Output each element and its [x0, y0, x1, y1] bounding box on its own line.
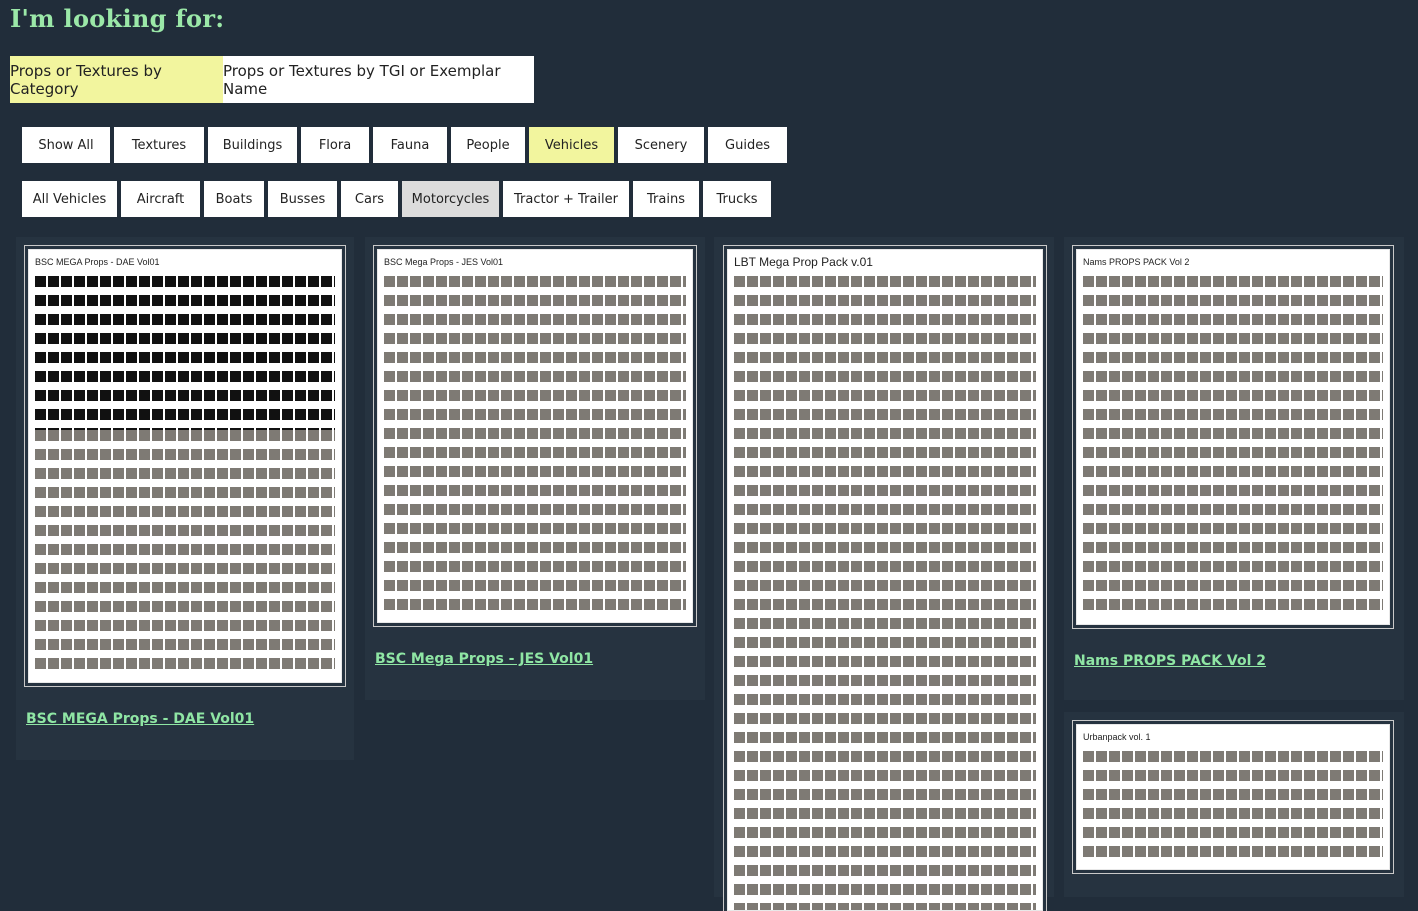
preview-title: Urbanpack vol. 1	[1083, 732, 1151, 742]
result-card: BSC Mega Props - JES Vol01 BSC Mega Prop…	[365, 237, 705, 700]
tab-by-tgi-or-exemplar-name[interactable]: Props or Textures by TGI or Exemplar Nam…	[223, 56, 534, 103]
preview-thumbnail-grid	[1083, 276, 1383, 618]
preview-title: BSC MEGA Props - DAE Vol01	[35, 257, 160, 267]
subcategory-boats-button[interactable]: Boats	[204, 181, 264, 217]
category-buttons: Show All Textures Buildings Flora Fauna …	[22, 127, 787, 163]
category-textures-button[interactable]: Textures	[114, 127, 204, 163]
category-flora-button[interactable]: Flora	[301, 127, 369, 163]
pack-preview-image[interactable]: BSC MEGA Props - DAE Vol01	[28, 249, 342, 683]
preview-title: Nams PROPS PACK Vol 2	[1083, 257, 1190, 267]
category-scenery-button[interactable]: Scenery	[618, 127, 704, 163]
subcategory-motorcycles-button[interactable]: Motorcycles	[402, 181, 499, 217]
pack-preview-image[interactable]: Urbanpack vol. 1	[1076, 724, 1390, 870]
result-card: Urbanpack vol. 1	[1064, 712, 1404, 897]
preview-title: BSC Mega Props - JES Vol01	[384, 257, 504, 267]
category-people-button[interactable]: People	[451, 127, 525, 163]
pack-preview-image[interactable]: Nams PROPS PACK Vol 2	[1076, 249, 1390, 625]
pack-link[interactable]: BSC MEGA Props - DAE Vol01	[26, 711, 254, 727]
page-heading: I'm looking for:	[10, 4, 225, 33]
pack-preview-image[interactable]: LBT Mega Prop Pack v.01	[727, 249, 1043, 911]
subcategory-trucks-button[interactable]: Trucks	[703, 181, 771, 217]
category-buildings-button[interactable]: Buildings	[208, 127, 297, 163]
preview-thumbnail-grid	[734, 276, 1036, 910]
subcategory-aircraft-button[interactable]: Aircraft	[121, 181, 200, 217]
result-card: BSC MEGA Props - DAE Vol01 BSC MEGA Prop…	[16, 237, 354, 760]
result-card: LBT Mega Prop Pack v.01	[714, 237, 1054, 911]
pack-link[interactable]: BSC Mega Props - JES Vol01	[375, 651, 593, 667]
result-card: Nams PROPS PACK Vol 2 Nams PROPS PACK Vo…	[1064, 237, 1404, 700]
subcategory-trains-button[interactable]: Trains	[633, 181, 699, 217]
pack-preview-image[interactable]: BSC Mega Props - JES Vol01	[377, 249, 693, 623]
pack-link[interactable]: Nams PROPS PACK Vol 2	[1074, 653, 1266, 669]
tab-by-category[interactable]: Props or Textures by Category	[10, 56, 223, 103]
preview-thumbnail-grid	[35, 276, 335, 430]
category-show-all-button[interactable]: Show All	[22, 127, 110, 163]
category-vehicles-button[interactable]: Vehicles	[529, 127, 614, 163]
subcategory-busses-button[interactable]: Busses	[268, 181, 337, 217]
preview-title: LBT Mega Prop Pack v.01	[734, 255, 873, 269]
preview-thumbnail-grid	[384, 276, 686, 616]
subcategory-all-vehicles-button[interactable]: All Vehicles	[22, 181, 117, 217]
subcategory-cars-button[interactable]: Cars	[341, 181, 398, 217]
subcategory-tractor-trailer-button[interactable]: Tractor + Trailer	[503, 181, 629, 217]
preview-thumbnail-grid	[35, 430, 335, 676]
preview-thumbnail-grid	[1083, 751, 1383, 863]
vehicle-subcategory-buttons: All Vehicles Aircraft Boats Busses Cars …	[22, 181, 771, 217]
category-fauna-button[interactable]: Fauna	[373, 127, 447, 163]
category-guides-button[interactable]: Guides	[708, 127, 787, 163]
search-mode-tabs: Props or Textures by Category Props or T…	[10, 56, 534, 103]
